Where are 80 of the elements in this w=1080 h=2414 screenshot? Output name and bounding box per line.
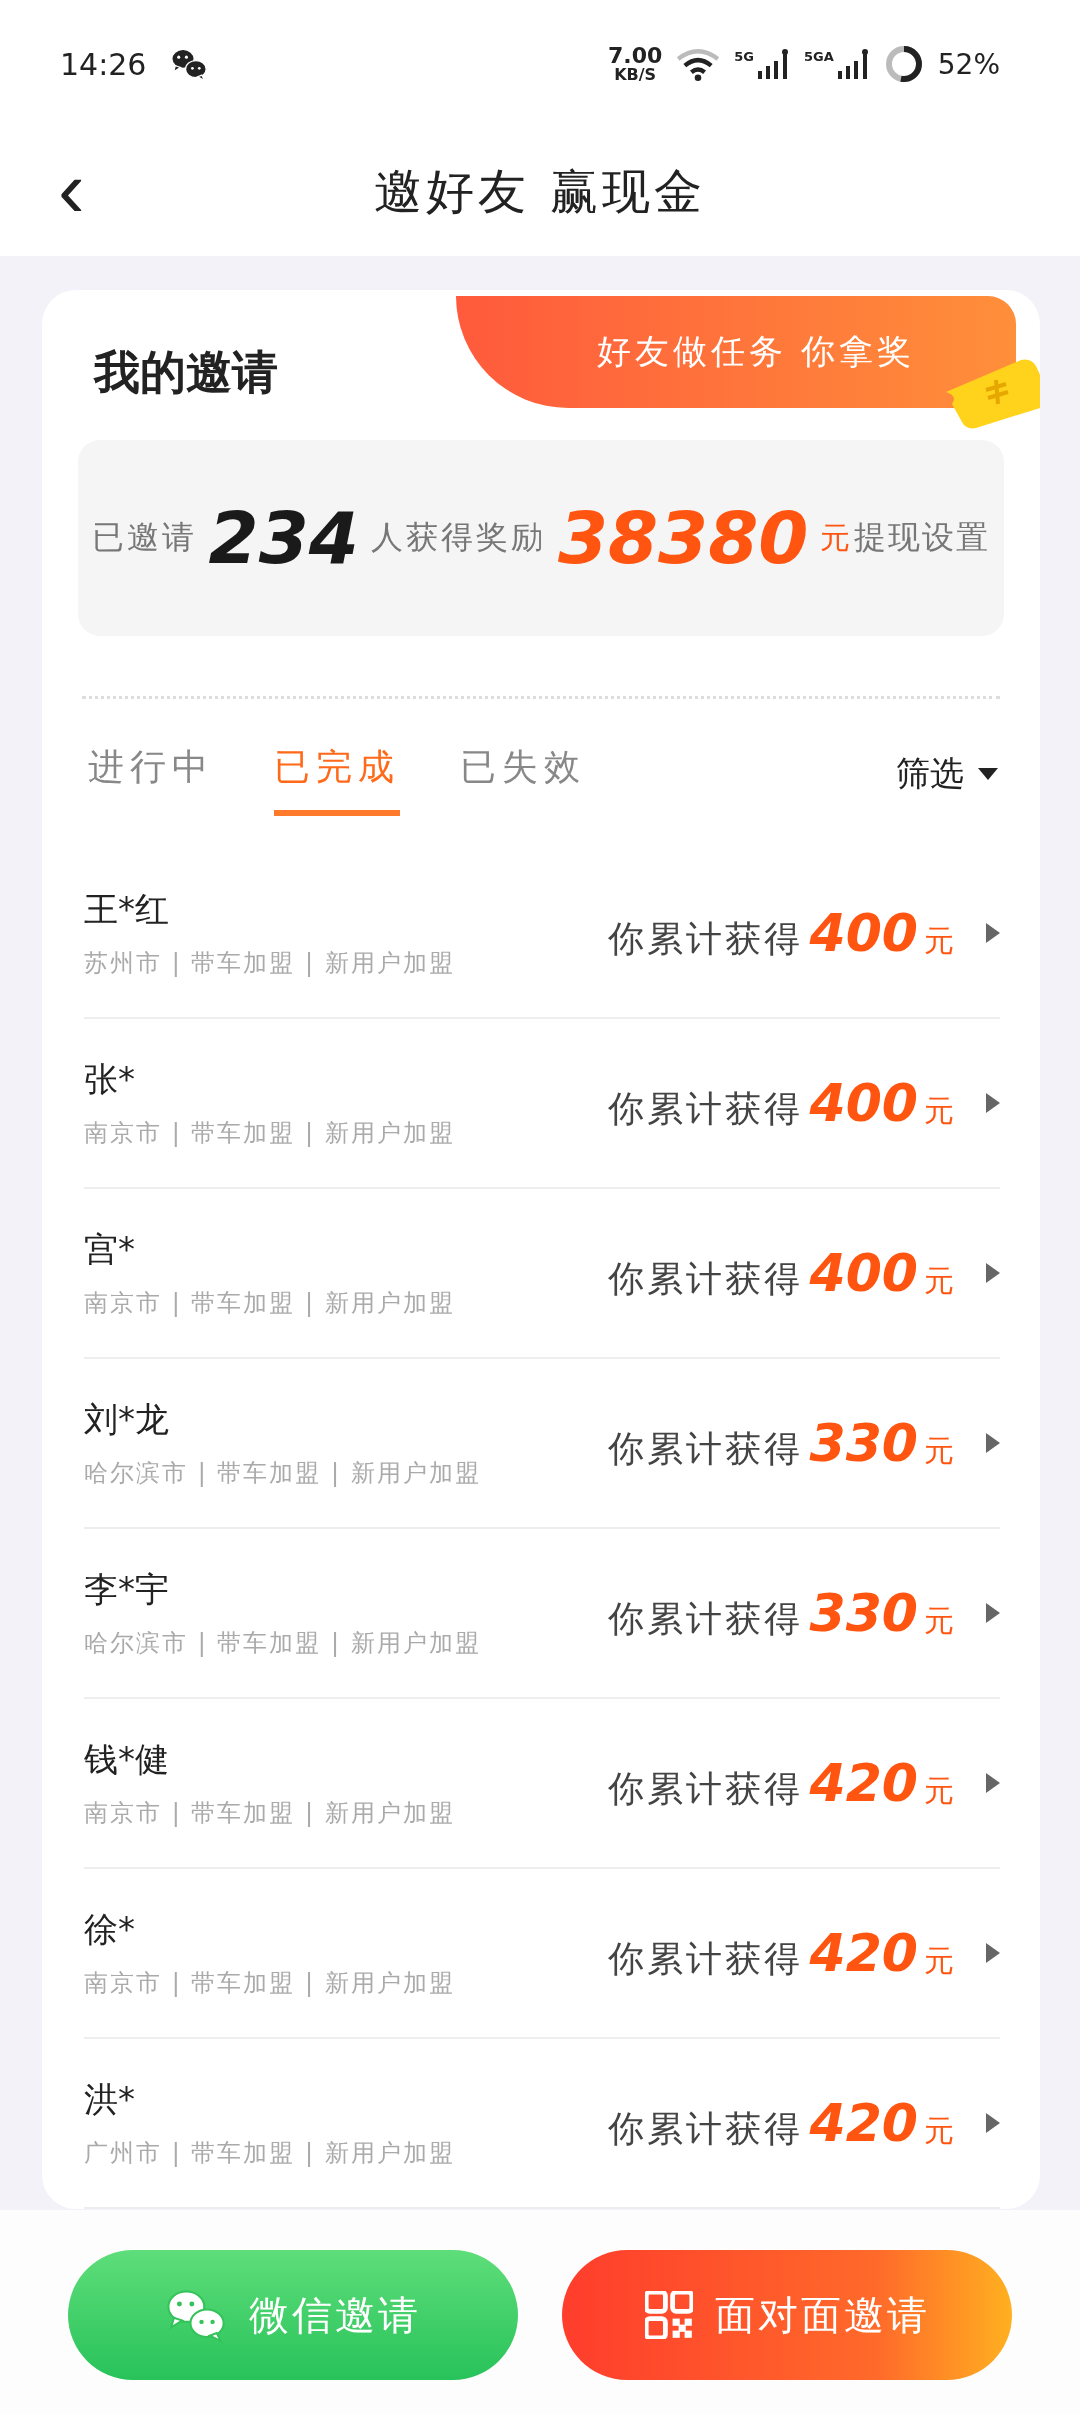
back-button[interactable]: ‹ bbox=[48, 150, 95, 230]
invitee-details: 哈尔滨市 | 带车加盟 | 新用户加盟 bbox=[84, 1458, 481, 1489]
earned-label: 你累计获得 bbox=[608, 1256, 804, 1301]
currency-unit: 元 bbox=[924, 1431, 954, 1470]
earned-label: 你累计获得 bbox=[608, 1766, 804, 1811]
earned-amount: 330 bbox=[809, 1412, 918, 1473]
currency-unit: 元 bbox=[924, 921, 954, 960]
page-title: 邀好友 赢现金 bbox=[374, 162, 706, 221]
chevron-right-icon bbox=[986, 1263, 1000, 1283]
earned-label: 你累计获得 bbox=[608, 916, 804, 961]
currency-unit: 元 bbox=[924, 1261, 954, 1300]
earned-amount: 420 bbox=[809, 2092, 918, 2153]
invitee-row[interactable]: 张* 南京市 | 带车加盟 | 新用户加盟 你累计获得 400 元 bbox=[84, 1019, 1000, 1189]
currency-unit: 元 bbox=[820, 518, 851, 557]
chevron-right-icon bbox=[986, 1433, 1000, 1453]
earned-amount: 400 bbox=[809, 902, 918, 963]
invitee-row[interactable]: 钱*健 南京市 | 带车加盟 | 新用户加盟 你累计获得 420 元 bbox=[84, 1699, 1000, 1869]
earned-label: 你累计获得 bbox=[608, 1596, 804, 1641]
invitee-name: 刘*龙 bbox=[84, 1398, 170, 1441]
currency-unit: 元 bbox=[924, 1941, 954, 1980]
invitee-row[interactable]: 李*宇 哈尔滨市 | 带车加盟 | 新用户加盟 你累计获得 330 元 bbox=[84, 1529, 1000, 1699]
reward-amount: 38380 bbox=[557, 496, 809, 580]
dropdown-triangle-icon bbox=[978, 768, 998, 780]
battery-ring-icon bbox=[883, 44, 924, 84]
invitee-name: 宫* bbox=[84, 1228, 136, 1271]
currency-unit: 元 bbox=[924, 1771, 954, 1810]
network-speed: 7.00 bbox=[608, 45, 663, 67]
chevron-right-icon bbox=[986, 1773, 1000, 1793]
battery-level: 52% bbox=[937, 47, 1000, 81]
qr-code-icon bbox=[644, 2291, 693, 2339]
invitee-details: 南京市 | 带车加盟 | 新用户加盟 bbox=[84, 1288, 455, 1319]
wifi-icon bbox=[676, 47, 721, 81]
earned-label: 你累计获得 bbox=[608, 1426, 804, 1471]
earned-amount: 420 bbox=[809, 1922, 918, 1983]
invitee-name: 王*红 bbox=[84, 888, 170, 931]
filter-button[interactable]: 筛选 bbox=[890, 750, 1004, 798]
earned-label: 你累计获得 bbox=[608, 1936, 804, 1981]
chevron-right-icon bbox=[986, 1943, 1000, 1963]
invitee-name: 徐* bbox=[84, 1908, 136, 1951]
invitee-details: 南京市 | 带车加盟 | 新用户加盟 bbox=[84, 1118, 455, 1149]
invitee-name: 钱*健 bbox=[84, 1738, 170, 1781]
earned-amount: 420 bbox=[809, 1752, 918, 1813]
network-type: 5GA bbox=[804, 49, 834, 64]
invitee-row[interactable]: 宫* 南京市 | 带车加盟 | 新用户加盟 你累计获得 400 元 bbox=[84, 1189, 1000, 1359]
chevron-right-icon bbox=[986, 1603, 1000, 1623]
signal-icon bbox=[756, 49, 790, 79]
currency-unit: 元 bbox=[924, 1091, 954, 1130]
currency-unit: 元 bbox=[924, 2111, 954, 2150]
invitee-name: 洪* bbox=[84, 2078, 136, 2121]
invitee-name: 张* bbox=[84, 1058, 136, 1101]
stat-label: 人获得奖励 bbox=[370, 517, 546, 558]
stat-label: 已邀请 bbox=[91, 517, 197, 558]
invitee-name: 李*宇 bbox=[84, 1568, 170, 1611]
earned-amount: 330 bbox=[809, 1582, 918, 1643]
invitee-details: 南京市 | 带车加盟 | 新用户加盟 bbox=[84, 1798, 455, 1829]
network-type: 5G bbox=[734, 49, 754, 64]
invited-count: 234 bbox=[208, 496, 359, 580]
invitee-details: 南京市 | 带车加盟 | 新用户加盟 bbox=[84, 1968, 455, 1999]
speed-unit: KB/S bbox=[614, 67, 657, 83]
chevron-right-icon bbox=[986, 923, 1000, 943]
invitee-details: 哈尔滨市 | 带车加盟 | 新用户加盟 bbox=[84, 1628, 481, 1659]
earned-label: 你累计获得 bbox=[608, 1086, 804, 1131]
tab[interactable]: 进行中 bbox=[88, 732, 214, 816]
section-title: 我的邀请 bbox=[94, 344, 278, 401]
signal-icon bbox=[835, 49, 870, 79]
tab[interactable]: 已失效 bbox=[460, 732, 586, 816]
chevron-right-icon bbox=[986, 1093, 1000, 1113]
invitee-row[interactable]: 徐* 南京市 | 带车加盟 | 新用户加盟 你累计获得 420 元 bbox=[84, 1869, 1000, 2039]
earned-label: 你累计获得 bbox=[608, 2106, 804, 2151]
currency-unit: 元 bbox=[924, 1601, 954, 1640]
earned-amount: 400 bbox=[809, 1072, 918, 1133]
invitee-row[interactable]: 刘*龙 哈尔滨市 | 带车加盟 | 新用户加盟 你累计获得 330 元 bbox=[84, 1359, 1000, 1529]
earned-amount: 400 bbox=[809, 1242, 918, 1303]
invitee-row[interactable]: 王*红 苏州市 | 带车加盟 | 新用户加盟 你累计获得 400 元 bbox=[84, 849, 1000, 1019]
clock-time: 14:26 bbox=[60, 46, 147, 82]
invitee-details: 苏州市 | 带车加盟 | 新用户加盟 bbox=[84, 948, 455, 979]
invitee-details: 广州市 | 带车加盟 | 新用户加盟 bbox=[84, 2138, 455, 2169]
chevron-right-icon bbox=[986, 2113, 1000, 2133]
promo-text: 好友做任务 你拿奖 bbox=[595, 330, 916, 373]
withdraw-settings-link[interactable]: 提现设置 bbox=[854, 516, 991, 560]
